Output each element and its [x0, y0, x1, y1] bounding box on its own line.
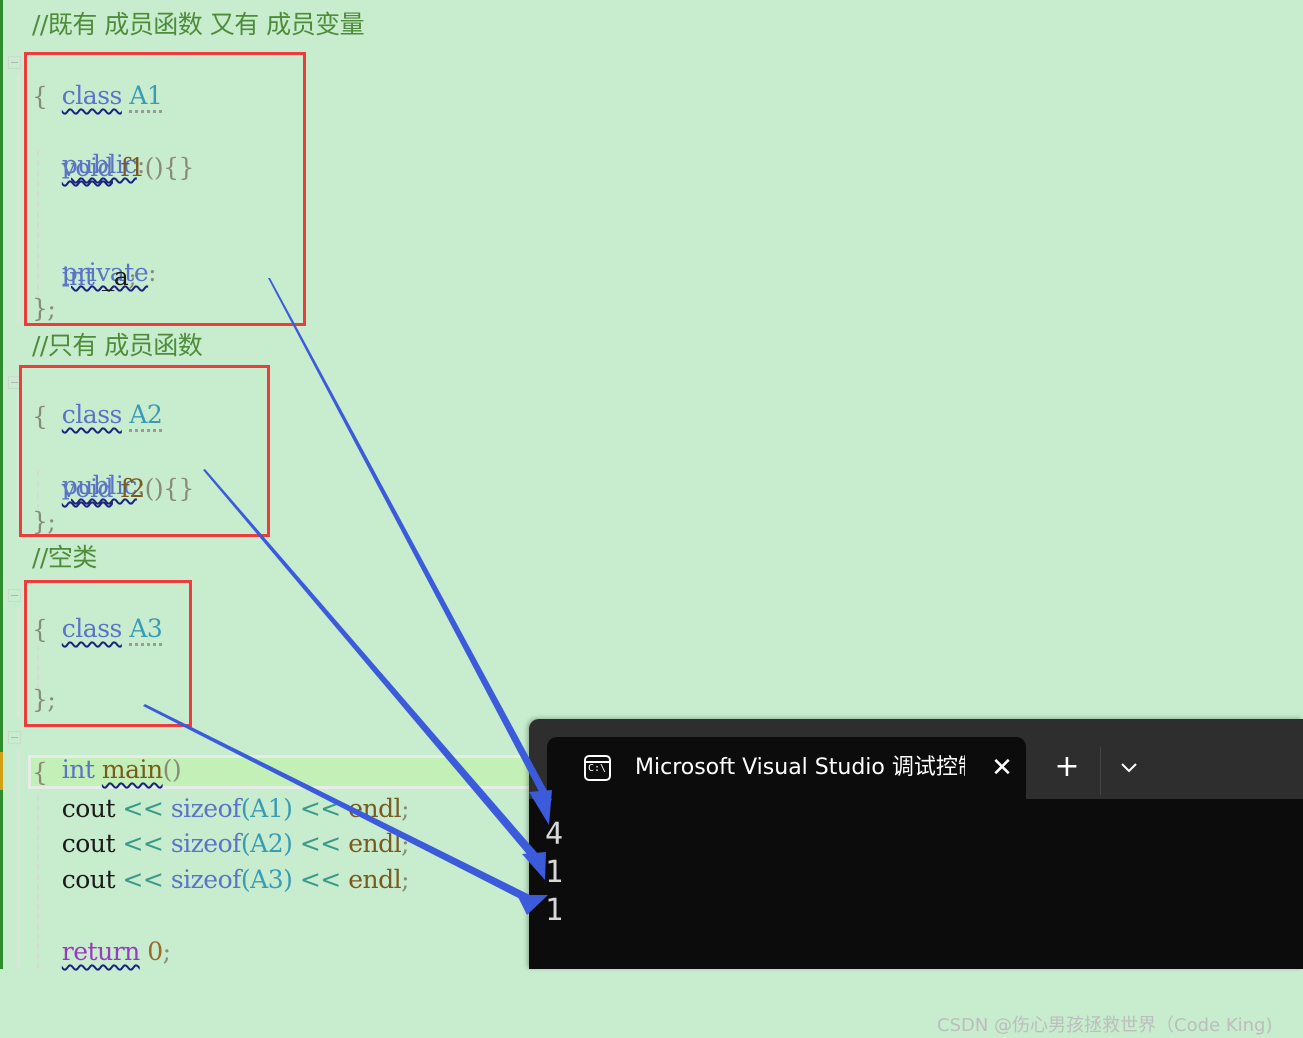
scope-guide: [17, 607, 20, 717]
cout: cout: [61, 794, 116, 823]
fold-toggle-a1[interactable]: [8, 56, 21, 69]
fold-toggle-main[interactable]: [8, 731, 21, 744]
cout: cout: [61, 829, 116, 858]
keyword-return: return: [61, 937, 140, 966]
parens: (): [162, 755, 182, 784]
sizeof-arg: (A1): [240, 794, 293, 823]
comment-line: //只有 成员函数: [32, 331, 203, 360]
new-tab-button[interactable]: +: [1052, 749, 1082, 785]
annotation-box-a3: [24, 580, 192, 727]
code-line: return 0;: [32, 936, 171, 968]
unsaved-change-marker: [0, 752, 3, 790]
close-icon[interactable]: ✕: [987, 753, 1017, 783]
endl: endl: [348, 794, 402, 823]
endl: endl: [348, 829, 402, 858]
change-margin: [0, 0, 3, 969]
output-line: 4: [545, 817, 564, 852]
code-line: cout << sizeof(A1) << endl;: [32, 793, 410, 825]
output-line: 1: [545, 893, 564, 928]
operator: <<: [122, 794, 164, 823]
return-value: 0: [147, 937, 163, 966]
keyword-int: int: [61, 755, 95, 784]
keyword-sizeof: sizeof: [170, 865, 242, 894]
operator: <<: [299, 794, 341, 823]
operator: <<: [122, 829, 164, 858]
output-line: 1: [545, 855, 564, 890]
keyword-sizeof: sizeof: [170, 829, 242, 858]
annotation-box-a1: [24, 52, 306, 326]
comment-line: //既有 成员函数 又有 成员变量: [32, 10, 365, 39]
code-line: cout << sizeof(A2) << endl;: [32, 828, 410, 860]
endl: endl: [348, 865, 402, 894]
semicolon: ;: [162, 937, 171, 966]
tab-title: Microsoft Visual Studio 调试控制台: [635, 755, 965, 780]
code-line: {: [32, 758, 48, 787]
comment-line: //空类: [32, 543, 97, 572]
terminal-tab[interactable]: C:\ Microsoft Visual Studio 调试控制台 ✕: [547, 737, 1026, 799]
watermark: CSDN @伤心男孩拯救世界（Code King): [937, 1015, 1273, 1036]
semicolon: ;: [401, 829, 410, 858]
operator: <<: [299, 865, 341, 894]
semicolon: ;: [401, 794, 410, 823]
code-line: cout << sizeof(A3) << endl;: [32, 864, 410, 896]
terminal-output[interactable]: 4 1 1 CSDN @伤心男孩拯救世界（Code King): [529, 799, 1303, 1036]
cmd-icon-text: C:\: [588, 763, 607, 774]
cout: cout: [61, 865, 116, 894]
annotation-box-a2: [19, 365, 270, 537]
fold-toggle-a3[interactable]: [8, 589, 21, 602]
operator: <<: [299, 829, 341, 858]
function-name: main: [101, 755, 163, 784]
scope-guide: [17, 74, 20, 322]
debug-console-window[interactable]: C:\ Microsoft Visual Studio 调试控制台 ✕ + 4 …: [529, 719, 1303, 1036]
toolbar-separator: [1100, 747, 1101, 795]
chevron-down-icon[interactable]: [1114, 749, 1144, 785]
sizeof-arg: (A3): [240, 865, 293, 894]
cmd-icon: C:\: [584, 755, 611, 781]
keyword-sizeof: sizeof: [170, 794, 242, 823]
operator: <<: [122, 865, 164, 894]
sizeof-arg: (A2): [240, 829, 293, 858]
semicolon: ;: [401, 865, 410, 894]
scope-guide: [17, 750, 20, 969]
